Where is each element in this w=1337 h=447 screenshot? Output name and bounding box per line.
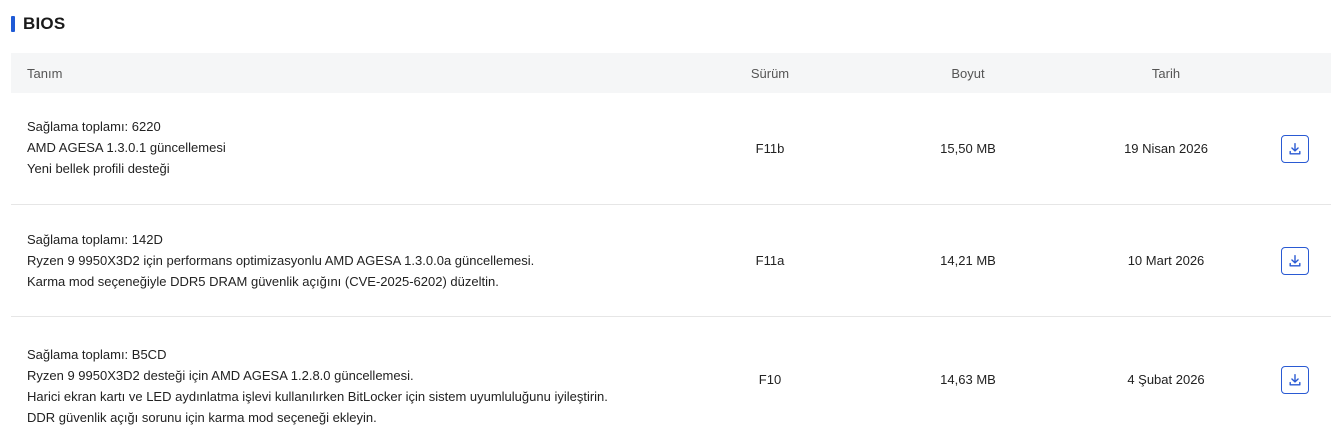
- description-line: Yeni bellek profili desteği: [27, 161, 170, 176]
- description-line: Ryzen 9 9950X3D2 için performans optimiz…: [27, 253, 535, 268]
- table-row: Sağlama toplamı: B5CD Ryzen 9 9950X3D2 d…: [11, 317, 1331, 442]
- header-version: Sürüm: [750, 65, 790, 81]
- table-row: Sağlama toplamı: 6220 AMD AGESA 1.3.0.1 …: [11, 93, 1331, 205]
- description-line: Sağlama toplamı: 142D: [27, 232, 163, 247]
- download-button[interactable]: [1281, 365, 1309, 394]
- accent-bar: [11, 16, 15, 32]
- description-line: Ryzen 9 9950X3D2 desteği için AMD AGESA …: [27, 367, 414, 383]
- download-icon: [1289, 142, 1301, 155]
- description-line: AMD AGESA 1.3.0.1 güncellemesi: [27, 140, 226, 155]
- row-description: Sağlama toplamı: 142D Ryzen 9 9950X3D2 i…: [11, 229, 681, 292]
- row-description: Sağlama toplamı: B5CD Ryzen 9 9950X3D2 d…: [11, 344, 681, 428]
- header-date: Tarih: [1151, 65, 1181, 81]
- description-line: Harici ekran kartı ve LED aydınlatma işl…: [27, 388, 608, 404]
- bios-table: Tanım Sürüm Boyut Tarih Sağlama toplamı:…: [11, 53, 1331, 442]
- download-icon: [1289, 373, 1301, 386]
- description-line: Karma mod seçeneğiyle DDR5 DRAM güvenlik…: [27, 274, 499, 289]
- row-size: 15,50 MB: [940, 141, 996, 156]
- description-line: Sağlama toplamı: B5CD: [27, 346, 167, 362]
- row-date: 10 Mart 2026: [1127, 253, 1205, 268]
- row-date: 19 Nisan 2026: [1124, 141, 1208, 156]
- download-button[interactable]: [1281, 134, 1309, 163]
- row-action: [1255, 246, 1331, 275]
- description-line: DDR güvenlik açığı sorunu için karma mod…: [27, 409, 377, 425]
- download-button[interactable]: [1281, 246, 1309, 275]
- row-action: [1255, 365, 1331, 394]
- table-header: Tanım Sürüm Boyut Tarih: [11, 53, 1331, 93]
- header-size: Boyut: [951, 65, 985, 81]
- section-header: BIOS: [11, 13, 65, 35]
- row-version: F11a: [755, 253, 785, 268]
- download-icon: [1289, 254, 1301, 267]
- row-size: 14,21 MB: [940, 253, 996, 268]
- row-action: [1255, 134, 1331, 163]
- table-row: Sağlama toplamı: 142D Ryzen 9 9950X3D2 i…: [11, 205, 1331, 317]
- row-date: 4 Şubat 2026: [1127, 372, 1205, 387]
- row-version: F10: [758, 372, 782, 387]
- row-description: Sağlama toplamı: 6220 AMD AGESA 1.3.0.1 …: [11, 116, 681, 179]
- row-version: F11b: [755, 141, 785, 156]
- section-title: BIOS: [23, 14, 66, 33]
- description-line: Sağlama toplamı: 6220: [27, 119, 161, 134]
- row-size: 14,63 MB: [940, 372, 996, 387]
- header-description: Tanım: [27, 65, 63, 81]
